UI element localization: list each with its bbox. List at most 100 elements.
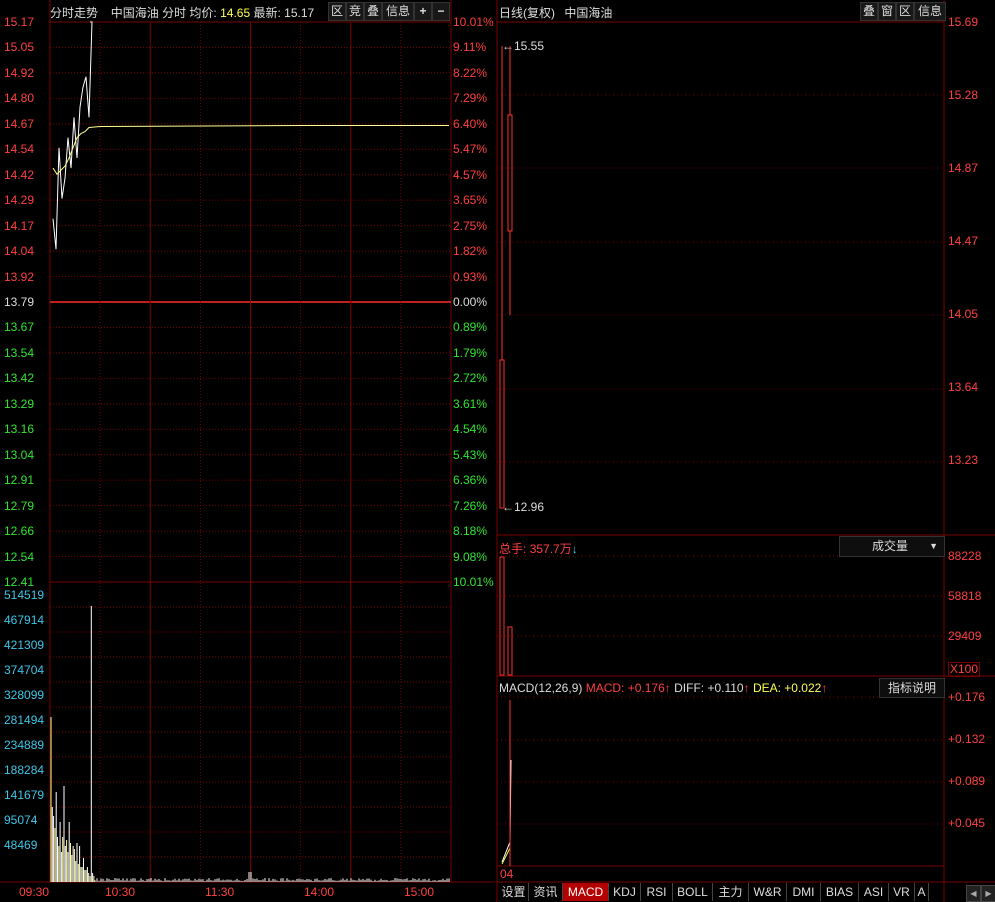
kline-window-button[interactable]: 窗 <box>878 2 896 21</box>
indicator-dropdown[interactable]: 成交量 ▼ <box>839 536 945 557</box>
tab-boll[interactable]: BOLL <box>673 883 713 901</box>
price-tick: 14.80 <box>4 92 34 105</box>
volume-total-label: 总手: <box>499 542 526 556</box>
kline-info-button[interactable]: 信息 <box>914 2 946 21</box>
price-tick: 15.05 <box>4 41 34 54</box>
percent-tick: 10.01% <box>453 16 494 29</box>
volume-tick: 374704 <box>4 664 44 677</box>
kline-tick: 15.28 <box>948 89 978 102</box>
tab-rsi[interactable]: RSI <box>641 883 673 901</box>
price-tick: 14.04 <box>4 245 34 258</box>
volume-tick: 281494 <box>4 714 44 727</box>
price-tick: 12.54 <box>4 551 34 564</box>
tab-vr[interactable]: VR <box>889 883 915 901</box>
percent-tick: 7.29% <box>453 92 487 105</box>
price-tick: 13.79 <box>4 296 34 309</box>
price-tick: 13.29 <box>4 398 34 411</box>
kline-zone-button[interactable]: 区 <box>896 2 914 21</box>
tab-[interactable]: 主力 <box>713 883 749 901</box>
percent-tick: 6.36% <box>453 474 487 487</box>
chart-canvas <box>0 0 995 902</box>
time-tick: 14:00 <box>304 886 334 899</box>
percent-tick: 5.47% <box>453 143 487 156</box>
kline-title: 日线(复权) <box>499 6 555 20</box>
candle-up <box>500 360 504 508</box>
candle-up <box>508 115 512 231</box>
volume-tick: 467914 <box>4 614 44 627</box>
volume-tick: 514519 <box>4 589 44 602</box>
percent-tick: 1.79% <box>453 347 487 360</box>
tab-dmi[interactable]: DMI <box>787 883 821 901</box>
percent-tick: 0.89% <box>453 321 487 334</box>
percent-tick: 5.43% <box>453 449 487 462</box>
diff-up-arrow-icon: ↑ <box>744 681 750 695</box>
macd-name: MACD(12,26,9) <box>499 681 582 695</box>
percent-tick: 0.93% <box>453 271 487 284</box>
tab-kdj[interactable]: KDJ <box>609 883 641 901</box>
percent-tick: 0.00% <box>453 296 487 309</box>
tab-a[interactable]: A <box>915 883 929 901</box>
percent-tick: 9.08% <box>453 551 487 564</box>
tab-[interactable]: 设置 <box>499 883 529 901</box>
kline-high-label: ←15.55 <box>502 40 544 53</box>
price-tick: 13.16 <box>4 423 34 436</box>
volume-tick: 421309 <box>4 639 44 652</box>
dea-value: DEA: +0.022 <box>753 681 821 695</box>
volume-total-value: 357.7万 <box>530 542 572 556</box>
macd-value: MACD: +0.176 <box>586 681 665 695</box>
price-tick: 12.79 <box>4 500 34 513</box>
indicator-explain-button[interactable]: 指标说明 <box>879 678 945 698</box>
tab-[interactable]: 资讯 <box>529 883 563 901</box>
percent-tick: 2.72% <box>453 372 487 385</box>
price-tick: 13.54 <box>4 347 34 360</box>
price-tick: 15.17 <box>4 16 34 29</box>
percent-tick: 2.75% <box>453 220 487 233</box>
macd-up-arrow-icon: ↑ <box>665 681 671 695</box>
percent-tick: 8.18% <box>453 525 487 538</box>
kline-header: 日线(复权) 中国海油 <box>499 4 612 21</box>
time-tick: 10:30 <box>105 886 135 899</box>
scroll-left-icon[interactable]: ◀ <box>966 885 981 902</box>
time-tick: 15:00 <box>404 886 434 899</box>
tab-wr[interactable]: W&R <box>749 883 787 901</box>
time-tick: 11:30 <box>205 886 234 899</box>
kline-tick: 13.64 <box>948 381 978 394</box>
volume-tick: 328099 <box>4 689 44 702</box>
price-tick: 14.17 <box>4 220 34 233</box>
macd-tick: +0.045 <box>948 817 985 830</box>
kline-stock: 中国海油 <box>564 6 612 20</box>
kline-high-value: 15.55 <box>514 39 544 53</box>
time-tick: 09:30 <box>19 886 49 899</box>
volume-axis-tick: 88228 <box>948 550 981 563</box>
price-tick: 13.92 <box>4 271 34 284</box>
price-tick: 14.54 <box>4 143 34 156</box>
intraday-grid <box>0 0 995 902</box>
volume-tick: 234889 <box>4 739 44 752</box>
dropdown-value: 成交量 <box>872 539 908 553</box>
kline-candles <box>500 46 512 508</box>
kline-tick: 13.23 <box>948 454 978 467</box>
kline-overlay-button[interactable]: 叠 <box>860 2 878 21</box>
kline-tick: 14.87 <box>948 162 978 175</box>
percent-tick: 8.22% <box>453 67 487 80</box>
volume-tick: 188284 <box>4 764 44 777</box>
macd-date-label: 04 <box>500 868 513 881</box>
daily-volume-bars <box>500 557 512 675</box>
scroll-right-icon[interactable]: ▶ <box>981 885 995 902</box>
percent-tick: 4.54% <box>453 423 487 436</box>
chevron-down-icon: ▼ <box>929 537 938 556</box>
tab-asi[interactable]: ASI <box>859 883 889 901</box>
price-tick: 13.67 <box>4 321 34 334</box>
price-tick: 13.42 <box>4 372 34 385</box>
price-tick: 13.04 <box>4 449 34 462</box>
kline-low-label: ←12.96 <box>502 501 544 514</box>
volume-tick: 141679 <box>4 789 44 802</box>
tab-bias[interactable]: BIAS <box>821 883 859 901</box>
tab-macd[interactable]: MACD <box>563 883 609 901</box>
volume-arrow-icon: ↓ <box>572 542 578 556</box>
volume-header: 总手: 357.7万↓ <box>499 540 578 557</box>
kline-tick: 14.47 <box>948 235 978 248</box>
volume-tick: 48469 <box>4 839 37 852</box>
percent-tick: 9.11% <box>453 41 486 54</box>
volume-tick: 95074 <box>4 814 37 827</box>
